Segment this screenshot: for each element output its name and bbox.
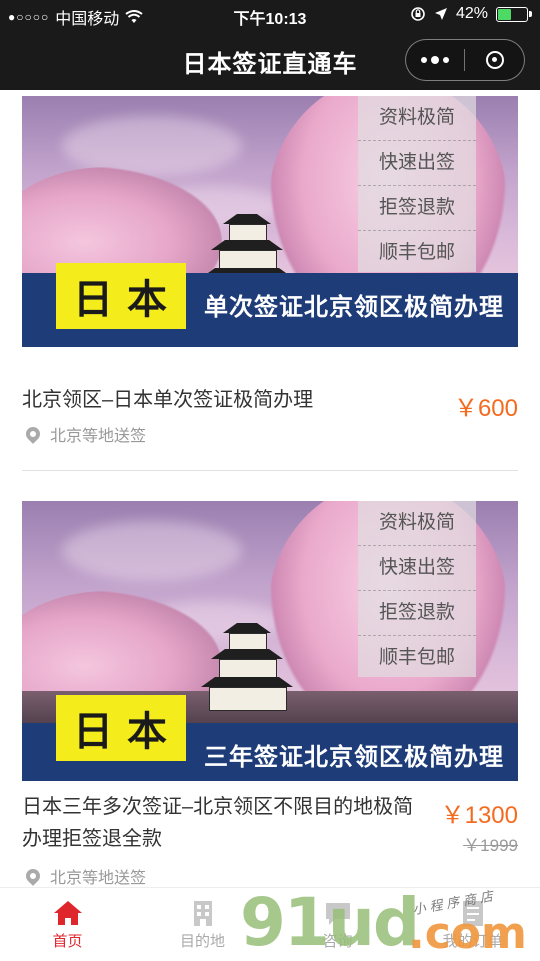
building-icon bbox=[193, 901, 212, 926]
order-icon bbox=[462, 901, 483, 926]
feature-tag: 快速出签 bbox=[358, 141, 476, 186]
banner-strip: 日本 单次签证北京领区极简办理 bbox=[22, 263, 518, 347]
feature-tag: 顺丰包邮 bbox=[378, 647, 455, 668]
more-button[interactable] bbox=[406, 40, 464, 80]
product-price: ￥600 bbox=[453, 395, 518, 422]
tab-label: 我的订单 bbox=[442, 933, 503, 950]
feature-tag: 资料极简 bbox=[358, 501, 476, 546]
miniprogram-capsule bbox=[405, 39, 525, 81]
tab-bar: 首页 目的地 咨询 我的订单 bbox=[0, 887, 540, 960]
tab-my-orders[interactable]: 我的订单 bbox=[405, 888, 540, 960]
more-dots-icon bbox=[421, 57, 427, 63]
product-banner[interactable]: 资料极简 快速出签 拒签退款 顺丰包邮 日本 单次签证北京领区极简办理 bbox=[22, 96, 518, 347]
tab-home[interactable]: 首页 bbox=[0, 888, 135, 960]
feature-tag: 快速出签 bbox=[358, 546, 476, 591]
feature-tag: 拒签退款 bbox=[358, 591, 476, 636]
chat-icon bbox=[325, 903, 350, 925]
banner-strip: 日本 三年签证北京领区极简办理 bbox=[22, 695, 518, 781]
product-location: 北京等地送签 bbox=[22, 422, 146, 446]
more-dots-icon bbox=[443, 57, 449, 63]
banner-cloud bbox=[62, 521, 242, 581]
battery-level bbox=[498, 8, 511, 20]
location-pin-icon bbox=[23, 866, 43, 886]
product-title[interactable]: 北京领区–日本单次签证极简办理 bbox=[22, 384, 422, 416]
banner-headline: 单次签证北京领区极简办理 bbox=[204, 294, 504, 321]
feature-tag: 资料极简 bbox=[358, 96, 476, 141]
tab-label: 首页 bbox=[52, 933, 83, 950]
product-location: 北京等地送签 bbox=[22, 864, 146, 888]
close-miniprogram-button[interactable] bbox=[465, 40, 524, 80]
feature-tag: 顺丰包邮 bbox=[378, 242, 455, 263]
banner-headline: 三年签证北京领区极简办理 bbox=[204, 744, 504, 771]
tab-consult[interactable]: 咨询 bbox=[270, 888, 405, 960]
tab-label: 目的地 bbox=[179, 933, 225, 950]
product-card[interactable]: 资料极简 快速出签 拒签退款 顺丰包邮 日本 单次签证北京领区极简办理 北京领区… bbox=[22, 96, 518, 445]
location-pin-icon bbox=[23, 424, 43, 444]
product-card[interactable]: 资料极简 快速出签 拒签退款 顺丰包邮 日本 三年签证北京领区极简办理 日本三年… bbox=[22, 501, 518, 887]
nav-bar: 日本签证直通车 bbox=[0, 30, 540, 90]
card-divider bbox=[22, 470, 518, 471]
castle-image bbox=[197, 623, 297, 713]
banner-japan-label: 日本 bbox=[56, 263, 186, 329]
feature-tag: 拒签退款 bbox=[358, 186, 476, 231]
tab-label: 咨询 bbox=[322, 933, 353, 950]
product-price: ￥1300 bbox=[440, 802, 518, 829]
more-dots-icon bbox=[431, 56, 439, 64]
product-banner[interactable]: 资料极简 快速出签 拒签退款 顺丰包邮 日本 三年签证北京领区极简办理 bbox=[22, 501, 518, 781]
location-arrow-icon bbox=[434, 8, 447, 20]
status-bar: ●○○○○ 中国移动 下午10:13 42% bbox=[0, 0, 540, 30]
feature-tags: 资料极简 快速出签 拒签退款 顺丰包邮 bbox=[358, 96, 476, 272]
feature-tags: 资料极简 快速出签 拒签退款 顺丰包邮 bbox=[358, 501, 476, 677]
location-label: 北京等地送签 bbox=[50, 870, 147, 887]
home-icon bbox=[53, 901, 82, 925]
product-title[interactable]: 日本三年多次签证–北京领区不限目的地极简办理拒签退全款 bbox=[22, 791, 432, 855]
original-price: ￥1999 bbox=[463, 836, 518, 855]
location-label: 北京等地送签 bbox=[50, 428, 147, 445]
banner-japan-label: 日本 bbox=[56, 695, 186, 761]
battery-percent: 42% bbox=[455, 5, 488, 22]
battery-icon bbox=[496, 6, 532, 22]
tab-destination[interactable]: 目的地 bbox=[135, 888, 270, 960]
target-close-icon bbox=[485, 51, 504, 69]
rotation-lock-icon bbox=[411, 7, 425, 21]
